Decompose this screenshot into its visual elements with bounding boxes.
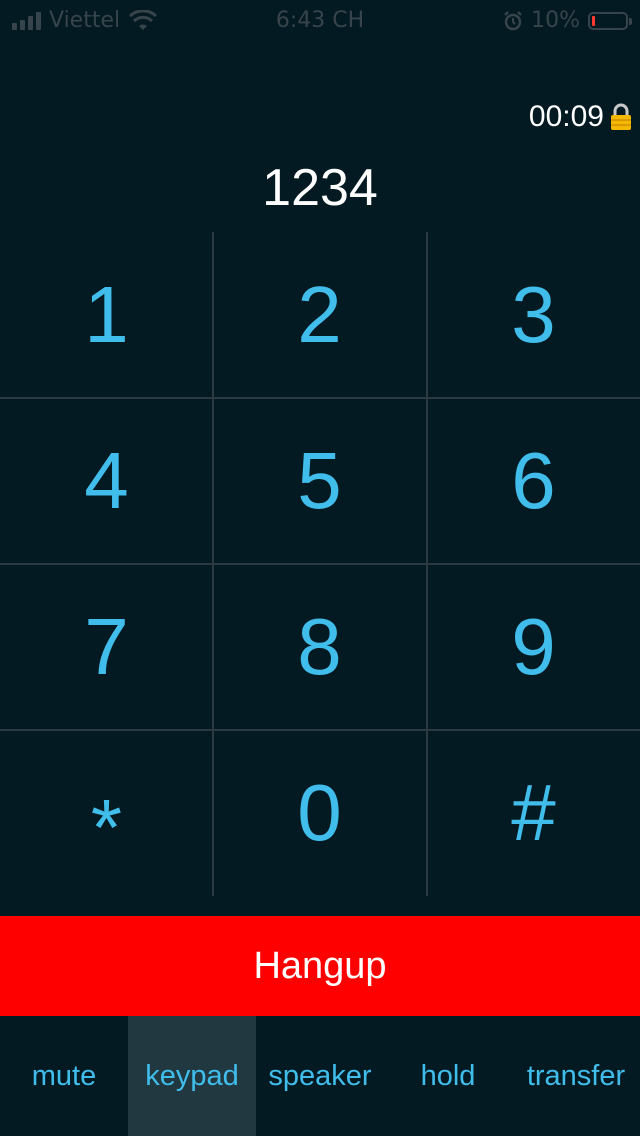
key-hash[interactable]: # bbox=[427, 730, 640, 896]
key-8[interactable]: 8 bbox=[213, 564, 426, 730]
key-5[interactable]: 5 bbox=[213, 398, 426, 564]
dialed-number: 1234 bbox=[262, 159, 378, 217]
hold-button[interactable]: hold bbox=[384, 1016, 512, 1136]
call-timer: 00:09 bbox=[528, 100, 604, 133]
status-right: 10% bbox=[503, 8, 632, 33]
call-actions-bar: mute keypad speaker hold transfer bbox=[0, 1016, 640, 1136]
battery-icon bbox=[588, 11, 632, 30]
key-6[interactable]: 6 bbox=[427, 398, 640, 564]
keypad: 1 2 3 4 5 6 7 8 9 * 0 # bbox=[0, 232, 640, 896]
status-bar: Viettel 6:43 CH 10% bbox=[0, 0, 640, 40]
key-9[interactable]: 9 bbox=[427, 564, 640, 730]
key-7[interactable]: 7 bbox=[0, 564, 213, 730]
key-0[interactable]: 0 bbox=[213, 730, 426, 896]
key-2[interactable]: 2 bbox=[213, 232, 426, 398]
keypad-button[interactable]: keypad bbox=[128, 1016, 256, 1136]
battery-percent: 10% bbox=[531, 8, 580, 33]
key-3[interactable]: 3 bbox=[427, 232, 640, 398]
mute-button[interactable]: mute bbox=[0, 1016, 128, 1136]
battery-level bbox=[592, 15, 595, 26]
alarm-icon bbox=[504, 10, 522, 30]
key-1[interactable]: 1 bbox=[0, 232, 213, 398]
lock-icon bbox=[611, 103, 631, 130]
hangup-button[interactable]: Hangup bbox=[0, 916, 640, 1016]
key-4[interactable]: 4 bbox=[0, 398, 213, 564]
speaker-button[interactable]: speaker bbox=[256, 1016, 384, 1136]
transfer-button[interactable]: transfer bbox=[512, 1016, 640, 1136]
key-star[interactable]: * bbox=[0, 730, 213, 896]
call-timer-row: 00:09 bbox=[529, 100, 632, 134]
